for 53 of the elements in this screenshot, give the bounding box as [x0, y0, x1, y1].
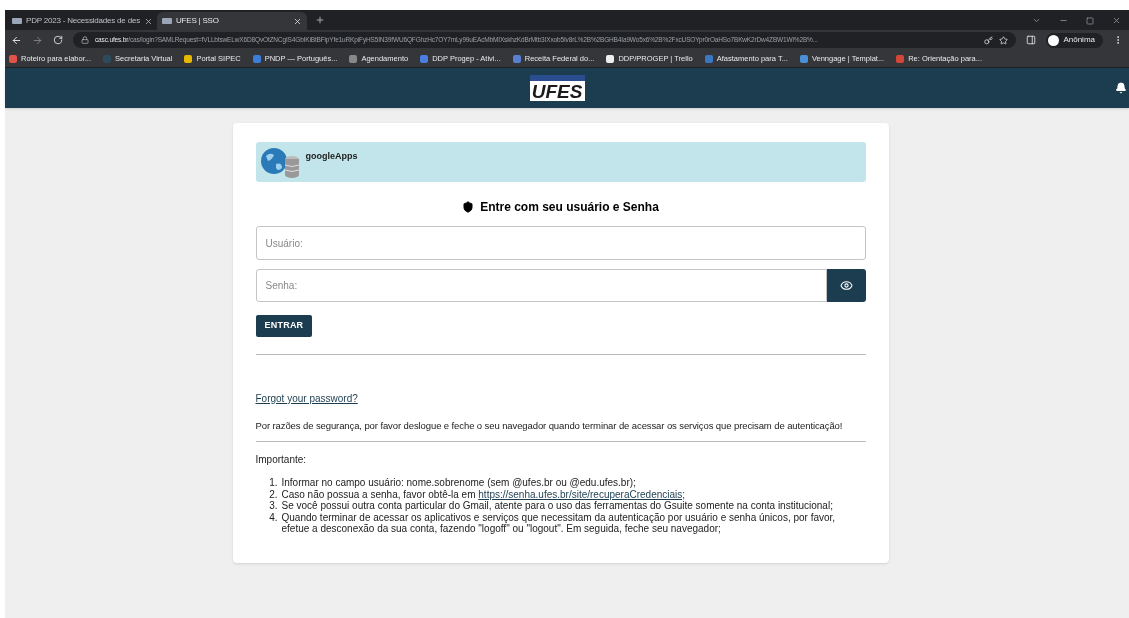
- key-icon[interactable]: [984, 35, 994, 45]
- username-field[interactable]: Usuário:: [255, 226, 866, 260]
- list-number: 1.: [268, 477, 278, 489]
- bookmark-icon: [420, 54, 429, 63]
- important-label: Importante:: [255, 453, 308, 467]
- favicon-icon: [162, 18, 172, 24]
- new-tab-icon[interactable]: [315, 15, 325, 25]
- browser-tab[interactable]: UFES | SSO: [157, 12, 307, 30]
- tab-search-icon[interactable]: [1032, 16, 1041, 25]
- notification-icon[interactable]: [1115, 82, 1127, 94]
- browser-tab[interactable]: PDP 2023 - Necessidades de des: [7, 12, 157, 30]
- restore-icon[interactable]: [1086, 16, 1094, 25]
- security-notice: Por razões de segurança, por favor deslogue e feche o seu navegador quando terminar de acessar os serviços que precisam de autenticação!: [255, 418, 844, 433]
- favicon-icon: [12, 18, 22, 24]
- close-icon[interactable]: [293, 16, 302, 26]
- bookmark-icon: [252, 54, 261, 63]
- lock-icon: [81, 36, 89, 44]
- shield-icon: [462, 201, 475, 213]
- note-text: Se você possui outra conta particular do Gmail, atente para o uso das ferramentas do Gsuite somente na conta institucional;: [281, 500, 833, 512]
- forward-icon[interactable]: [32, 34, 43, 46]
- close-icon[interactable]: [143, 16, 153, 26]
- eye-icon: [839, 279, 853, 292]
- login-heading: Entre com seu usuário e Senha: [480, 199, 659, 216]
- bookmark-icon: [103, 54, 112, 63]
- note-text: Quando terminar de acessar os aplicativos e serviços que necessitam da autenticação por usuário e senha únicos, por favor, efetue a desconexão da sua conta, fazendo "logoff" ou "logout". Em seguida, feche seu navegador;: [281, 511, 837, 535]
- back-icon[interactable]: [11, 34, 22, 46]
- list-number: 4.: [268, 511, 278, 525]
- note-text: Informar no campo usuário: nome.sobrenome (sem @ufes.br ou @edu.ufes.br);: [281, 477, 636, 489]
- app-name: googleApps: [305, 150, 358, 163]
- bookmark-icon: [512, 54, 521, 63]
- address-bar[interactable]: [73, 32, 1017, 48]
- submit-button[interactable]: ENTRAR: [255, 314, 313, 337]
- reload-icon[interactable]: [53, 35, 63, 45]
- bookmark-icon: [9, 54, 17, 63]
- bookmark-icon: [184, 54, 193, 63]
- profile-button[interactable]: Anônima: [1046, 32, 1103, 48]
- list-number: 2.: [268, 488, 278, 500]
- bookmark-icon: [704, 54, 713, 63]
- forgot-password-link[interactable]: Forgot your password?: [255, 392, 358, 404]
- bookmark-icon: [349, 54, 358, 63]
- bookmark-star-icon[interactable]: [999, 35, 1009, 45]
- bookmark-icon: [896, 54, 905, 63]
- bookmark-icon: [799, 54, 808, 63]
- globe-database-icon: [259, 146, 300, 178]
- note-text: Caso não possua a senha, favor obtê-la em https://senha.ufes.br/site/recuperaCredenciais;: [281, 488, 686, 500]
- close-window-icon[interactable]: [1112, 16, 1121, 25]
- show-password-button[interactable]: [826, 269, 866, 302]
- bookmark-icon: [606, 54, 615, 63]
- ufes-logo[interactable]: UFES: [529, 75, 585, 101]
- side-panel-icon[interactable]: [1026, 35, 1037, 45]
- recover-credentials-link[interactable]: https://senha.ufes.br/site/recuperaCredenciais;: [478, 488, 686, 500]
- list-number: 3.: [268, 500, 278, 512]
- password-field[interactable]: Senha:: [255, 269, 827, 302]
